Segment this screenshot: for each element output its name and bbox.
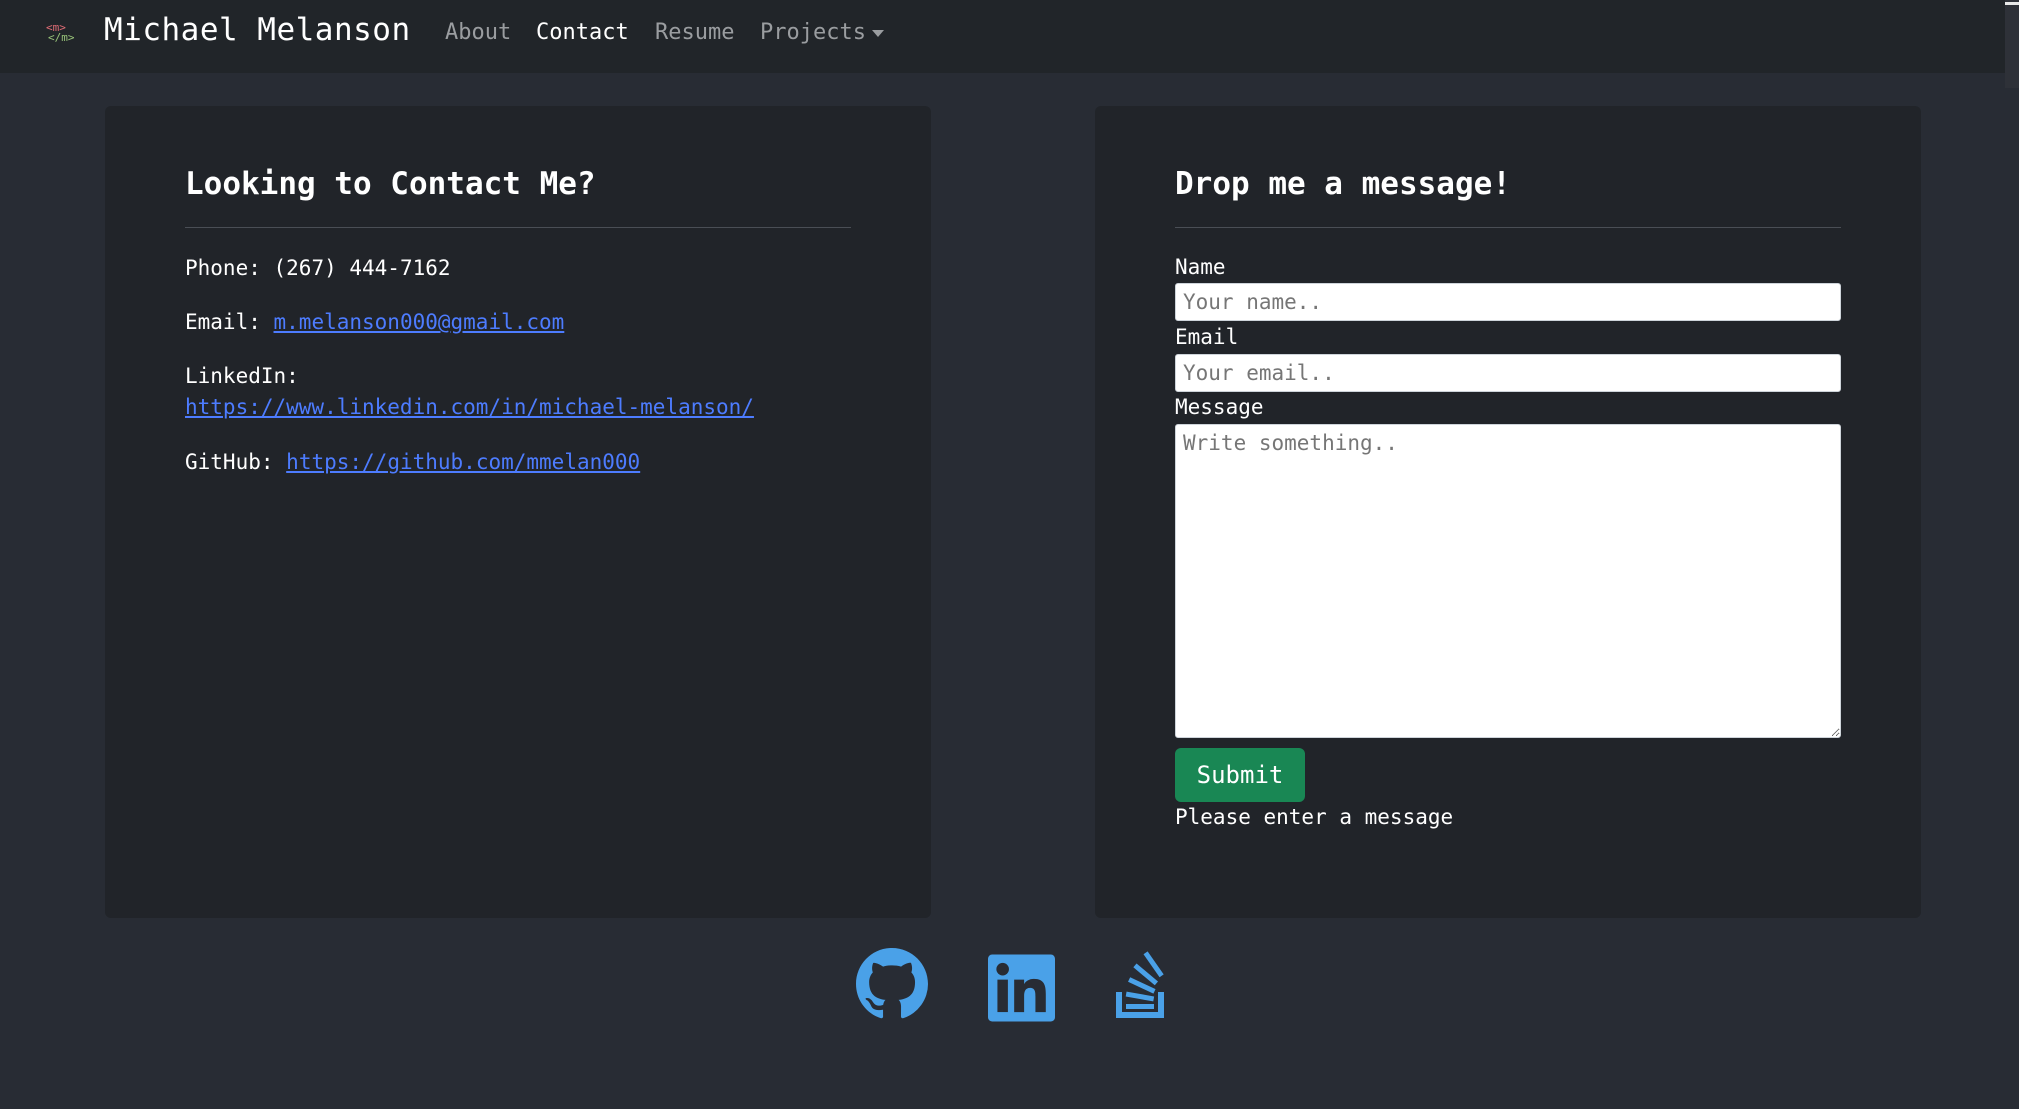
form-status-text: Please enter a message <box>1175 805 1454 829</box>
github-icon[interactable] <box>855 948 929 1020</box>
linkedin-line: LinkedIn: https://www.linkedin.com/in/mi… <box>185 361 851 423</box>
name-input[interactable] <box>1175 283 1841 321</box>
email-field-label: Email <box>1175 325 1239 349</box>
email-input[interactable] <box>1175 354 1841 392</box>
navbar: <m> </m> Michael Melanson About Contact … <box>0 0 2019 73</box>
stackoverflow-icon[interactable] <box>1112 948 1172 1020</box>
message-form-card: Drop me a message! Name Email Message Su… <box>1095 106 1921 918</box>
linkedin-icon[interactable] <box>988 952 1055 1024</box>
nav-link-contact[interactable]: Contact <box>536 20 629 45</box>
github-line: GitHub: https://github.com/mmelan000 <box>185 447 851 478</box>
message-label: Message <box>1175 395 1264 419</box>
phone-line: Phone: (267) 444-7162 <box>185 253 851 284</box>
contact-info-card: Looking to Contact Me? Phone: (267) 444-… <box>105 106 931 918</box>
divider <box>185 227 851 228</box>
scrollbar[interactable] <box>2005 0 2019 88</box>
name-label: Name <box>1175 255 1226 279</box>
email-line: Email: m.melanson000@gmail.com <box>185 307 851 338</box>
message-form-title: Drop me a message! <box>1175 166 1511 202</box>
github-link[interactable]: https://github.com/mmelan000 <box>286 450 640 474</box>
nav-link-resume[interactable]: Resume <box>655 20 734 45</box>
phone-value: (267) 444-7162 <box>273 256 451 280</box>
nav-projects-label: Projects <box>760 20 866 45</box>
email-link[interactable]: m.melanson000@gmail.com <box>274 310 565 334</box>
submit-button[interactable]: Submit <box>1175 748 1305 802</box>
message-textarea[interactable] <box>1175 424 1841 738</box>
svg-text:</m>: </m> <box>48 31 75 44</box>
chevron-down-icon <box>871 30 884 37</box>
linkedin-label: LinkedIn: <box>185 364 299 388</box>
divider <box>1175 227 1841 228</box>
brand-logo-icon[interactable]: <m> </m> <box>44 19 84 45</box>
contact-info-title: Looking to Contact Me? <box>185 166 596 202</box>
email-label: Email: <box>185 310 261 334</box>
nav-link-about[interactable]: About <box>445 20 511 45</box>
github-label: GitHub: <box>185 450 274 474</box>
phone-label: Phone: <box>185 256 261 280</box>
linkedin-link[interactable]: https://www.linkedin.com/in/michael-mela… <box>185 395 754 419</box>
nav-dropdown-projects[interactable]: Projects <box>760 20 884 45</box>
brand-name[interactable]: Michael Melanson <box>104 12 411 48</box>
